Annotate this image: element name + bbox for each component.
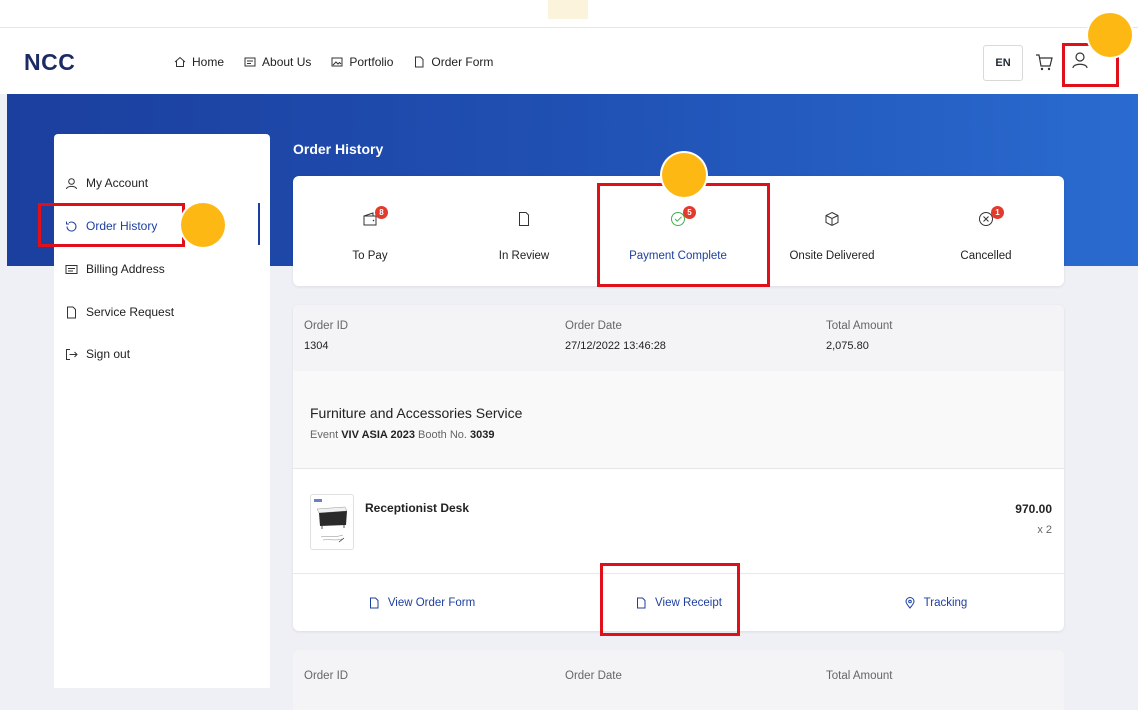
language-button[interactable]: EN [983,45,1023,81]
order-date-label: Order Date [565,320,622,332]
nav-home-label: Home [192,55,225,69]
tab-label: In Review [498,250,550,262]
booth-number: 3039 [470,429,495,441]
home-icon [174,56,186,67]
page-title: Order History [293,141,384,157]
nav-order-form[interactable]: Order Form [413,55,493,69]
nav-portfolio-label: Portfolio [349,55,394,69]
service-title: Furniture and Accessories Service [310,405,523,421]
status-badge: 8 [375,206,388,219]
order-total-col: Total Amount 2,075.80 [826,320,892,352]
nav-portfolio[interactable]: Portfolio [331,55,393,69]
order-date-value: 27/12/2022 13:46:28 [565,340,666,352]
order-id-label: Order ID [304,670,349,682]
order-id-col: Order ID [304,670,348,682]
tab-cancelled[interactable]: 1 Cancelled [909,176,1063,286]
topbar-marker [548,0,588,19]
service-section: Furniture and Accessories Service Event … [293,371,1064,469]
tab-label: Onsite Delivered [789,250,875,262]
brand-logo[interactable]: NCC [24,49,75,76]
item-quantity: x 2 [1037,524,1052,536]
step-marker [181,203,225,247]
file-icon [369,597,379,608]
sidebar-item-billing-address[interactable]: Billing Address [65,262,165,276]
step-marker [1088,13,1132,57]
sign-out-icon [66,348,78,360]
view-order-form-label: View Order Form [387,596,476,609]
order-date-col: Order Date [565,670,622,682]
location-pin-icon [905,596,915,609]
sidebar-item-sign-out[interactable]: Sign out [65,347,130,361]
item-name: Receptionist Desk [365,501,470,515]
topbar-divider [0,27,1138,28]
tab-in-review[interactable]: In Review [447,176,601,286]
sidebar-item-service-request[interactable]: Service Request [65,305,174,319]
item-price: 970.00 [1015,502,1052,516]
tab-label: Cancelled [960,250,1012,262]
product-thumbnail [310,494,354,550]
tracking-button[interactable]: Tracking [807,574,1064,631]
step-marker [662,153,706,197]
order-total-label: Total Amount [826,670,893,682]
desk-image [314,499,348,543]
box-icon [825,211,839,227]
order-id-col: Order ID 1304 [304,320,348,352]
event-info: Event VIV ASIA 2023 Booth No. 3039 [310,429,495,441]
order-item: Receptionist Desk 970.00 x 2 [293,469,1064,574]
sidebar-item-label: Billing Address [86,262,165,276]
status-badge: 1 [991,206,1004,219]
highlight-payment-complete [597,183,770,287]
order-id-value: 1304 [304,340,329,352]
tab-to-pay[interactable]: 8 To Pay [293,176,447,286]
user-icon [66,177,77,189]
cart-icon[interactable] [1034,52,1054,72]
nav-order-form-label: Order Form [431,55,494,69]
order-date-col: Order Date 27/12/2022 13:46:28 [565,320,666,352]
sidebar-item-my-account[interactable]: My Account [65,176,148,190]
order-total-label: Total Amount [826,320,893,332]
id-card-icon [244,57,256,67]
file-icon [519,212,529,226]
event-label: Event [310,429,339,441]
event-name: VIV ASIA 2023 [341,429,415,441]
file-icon [415,56,424,68]
highlight-order-history [38,203,185,247]
order-total-value: 2,075.80 [826,340,869,352]
tab-onsite-delivered[interactable]: Onsite Delivered [755,176,909,286]
top-navbar: NCC Home About Us Portfolio Order Form E… [0,0,1138,94]
id-card-icon [65,264,78,274]
sidebar-item-label: Sign out [86,347,131,361]
booth-label: Booth No. [418,429,467,441]
highlight-view-receipt [600,563,740,636]
file-icon [67,306,76,318]
order-id-label: Order ID [304,320,349,332]
order-date-label: Order Date [565,670,622,682]
sidebar-item-label: Service Request [86,305,175,319]
nav-about-us[interactable]: About Us [244,55,311,69]
image-icon [331,57,343,67]
view-order-form-button[interactable]: View Order Form [293,574,550,631]
tab-label: To Pay [352,250,388,262]
order-card: Order ID Order Date Total Amount [293,650,1064,710]
nav-home[interactable]: Home [174,55,224,69]
nav-about-us-label: About Us [262,55,312,69]
main-nav: Home About Us Portfolio Order Form [174,55,493,69]
order-total-col: Total Amount [826,670,892,682]
tracking-label: Tracking [923,596,968,609]
order-summary: Order ID 1304 Order Date 27/12/2022 13:4… [293,305,1064,371]
sidebar-active-indicator [258,203,260,245]
sidebar-item-label: My Account [86,176,149,190]
